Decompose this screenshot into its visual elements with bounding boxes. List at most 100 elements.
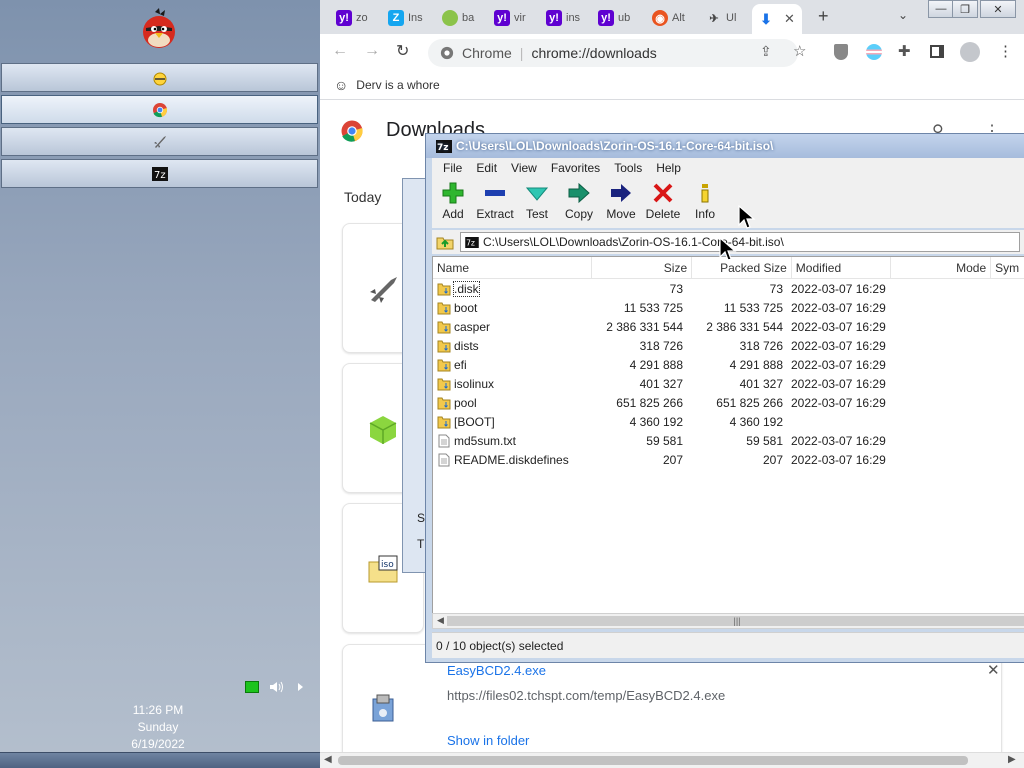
file-packed-size: 318 726 <box>739 338 783 353</box>
download-filename[interactable]: EasyBCD2.4.exe <box>447 663 546 678</box>
profile-avatar-icon[interactable] <box>960 42 980 62</box>
menu-kebab-icon[interactable]: ⋮ <box>998 42 1013 60</box>
file-row[interactable]: .disk 73 73 2022-03-07 16:29 <box>433 279 1024 298</box>
svg-text:7z: 7z <box>466 238 475 247</box>
move-arrow-icon <box>611 184 631 202</box>
extract-button[interactable]: Extract <box>474 178 516 228</box>
tab-4[interactable]: y! vir <box>488 6 540 30</box>
file-row[interactable]: isolinux 401 327 401 327 2022-03-07 16:29 <box>433 374 1024 393</box>
column-packed-size[interactable]: Packed Size <box>692 257 792 278</box>
file-row[interactable]: casper 2 386 331 544 2 386 331 544 2022-03-… <box>433 317 1024 336</box>
move-button[interactable]: Move <box>600 178 642 228</box>
tab-3[interactable]: ba <box>436 6 488 30</box>
mouse-cursor-icon <box>719 237 737 261</box>
scroll-left-arrow-icon[interactable]: ◀ <box>437 615 444 626</box>
taskbar-item-bee[interactable] <box>1 63 318 92</box>
back-arrow-icon[interactable]: ← <box>332 42 348 60</box>
extensions-puzzle-icon[interactable]: ✚ <box>898 42 911 60</box>
trans-flag-extension-icon[interactable] <box>866 44 882 60</box>
copy-button[interactable]: Copy <box>558 178 600 228</box>
folder-up-icon[interactable] <box>436 234 454 250</box>
menu-file[interactable]: File <box>436 161 469 175</box>
column-size[interactable]: Size <box>592 257 693 278</box>
tray-expand-arrow-icon[interactable] <box>295 681 305 693</box>
file-modified: 2022-03-07 16:29 <box>791 376 886 391</box>
network-icon[interactable] <box>245 681 259 693</box>
tab-6[interactable]: y! ub <box>592 6 644 30</box>
reload-icon[interactable]: ↻ <box>396 41 409 61</box>
svg-text:7z: 7z <box>437 143 449 153</box>
download-url: https://files02.tchspt.com/temp/EasyBCD2… <box>447 688 726 703</box>
tab-search-chevron-icon[interactable]: ⌄ <box>898 8 908 22</box>
omnibox-divider: | <box>519 45 524 61</box>
file-row[interactable]: README.diskdefines 207 207 2022-03-07 16:29 <box>433 450 1024 469</box>
tab-1[interactable]: y! zo <box>330 6 382 30</box>
page-horizontal-scrollbar[interactable]: ◀ ▶ <box>320 752 1024 768</box>
tab-close-icon[interactable]: ✕ <box>784 11 795 27</box>
info-button[interactable]: Info <box>684 178 726 228</box>
angry-bird-logo-icon[interactable] <box>137 6 181 50</box>
tab-7[interactable]: ◉ Alt <box>646 6 698 30</box>
taskbar-item-chrome[interactable] <box>1 95 318 124</box>
tab-label: Alt <box>672 12 685 24</box>
minimize-button[interactable]: — <box>928 0 954 18</box>
column-name[interactable]: Name <box>433 257 593 278</box>
file-list-scrollbar[interactable]: ◀ ||| <box>432 613 1024 629</box>
file-row[interactable]: boot 11 533 725 11 533 725 2022-03-07 16:29 <box>433 298 1024 317</box>
test-check-icon <box>526 187 548 201</box>
bookmark-star-icon[interactable]: ☆ <box>793 42 806 60</box>
restore-button[interactable]: ❐ <box>952 0 978 18</box>
menu-tools[interactable]: Tools <box>607 161 649 175</box>
file-row[interactable]: md5sum.txt 59 581 59 581 2022-03-07 16:29 <box>433 431 1024 450</box>
file-row[interactable]: efi 4 291 888 4 291 888 2022-03-07 16:29 <box>433 355 1024 374</box>
test-button[interactable]: Test <box>516 178 558 228</box>
yahoo-icon: y! <box>598 10 614 26</box>
taskbar-item-rocket[interactable] <box>1 127 318 156</box>
menu-help[interactable]: Help <box>649 161 688 175</box>
column-mode[interactable]: Mode <box>891 257 992 278</box>
menu-favorites[interactable]: Favorites <box>544 161 607 175</box>
file-name-cell: .disk <box>433 280 587 297</box>
tab-strip: y! zo Z Ins ba y! vir y! ins y! ub ◉ Alt ✈ Ul ⬇… <box>320 0 1024 34</box>
forward-arrow-icon[interactable]: → <box>364 42 380 60</box>
scroll-left-arrow-icon[interactable]: ◀ <box>324 754 332 765</box>
tab-2[interactable]: Z Ins <box>382 6 434 30</box>
scroll-right-arrow-icon[interactable]: ▶ <box>1008 754 1016 765</box>
tab-5[interactable]: y! ins <box>540 6 592 30</box>
remove-download-icon[interactable]: ✕ <box>987 661 1000 679</box>
file-row[interactable]: pool 651 825 266 651 825 266 2022-03-07 16:… <box>433 393 1024 412</box>
taskbar-item-7zip[interactable]: 7z <box>1 159 318 188</box>
scroll-thumb[interactable]: ||| <box>447 616 1024 626</box>
menu-view[interactable]: View <box>504 161 544 175</box>
share-icon[interactable]: ⇪ <box>760 43 772 60</box>
omnibox[interactable]: Chrome | chrome://downloads <box>428 39 798 67</box>
file-modified: 2022-03-07 16:29 <box>791 338 886 353</box>
file-row[interactable]: [BOOT] 4 360 192 4 360 192 <box>433 412 1024 431</box>
background-dialog-label-t: T <box>417 537 425 551</box>
file-row[interactable]: dists 318 726 318 726 2022-03-07 16:29 <box>433 336 1024 355</box>
volume-icon[interactable] <box>269 680 285 694</box>
side-panel-icon[interactable] <box>930 45 944 58</box>
close-button[interactable]: ✕ <box>980 0 1016 18</box>
file-modified: 2022-03-07 16:29 <box>791 452 886 467</box>
file-packed-size: 4 291 888 <box>729 357 783 372</box>
ublock-icon[interactable] <box>834 44 848 60</box>
clock[interactable]: 11:26 PM Sunday 6/19/2022 <box>0 702 316 753</box>
tab-downloads-active[interactable]: ⬇ ✕ <box>752 4 802 34</box>
tab-8[interactable]: ✈ Ul <box>700 6 752 30</box>
scroll-thumb[interactable] <box>338 756 968 765</box>
file-name-cell: efi <box>433 358 587 372</box>
bookmark-item[interactable]: Derv is a whore <box>356 78 439 92</box>
file-packed-size: 2 386 331 544 <box>706 319 783 334</box>
7zip-path-input[interactable]: 7z C:\Users\LOL\Downloads\Zorin-OS-16.1-… <box>460 232 1020 252</box>
7zip-titlebar[interactable]: 7z C:\Users\LOL\Downloads\Zorin-OS-16.1-… <box>426 134 1024 158</box>
file-name: pool <box>454 395 477 410</box>
add-button[interactable]: Add <box>432 178 474 228</box>
column-sym[interactable]: Sym <box>991 257 1024 278</box>
menu-edit[interactable]: Edit <box>469 161 504 175</box>
new-tab-button[interactable]: + <box>818 6 829 27</box>
show-in-folder-link[interactable]: Show in folder <box>447 733 529 748</box>
column-modified[interactable]: Modified <box>792 257 892 278</box>
file-packed-size: 207 <box>762 452 783 467</box>
delete-button[interactable]: Delete <box>642 178 684 228</box>
